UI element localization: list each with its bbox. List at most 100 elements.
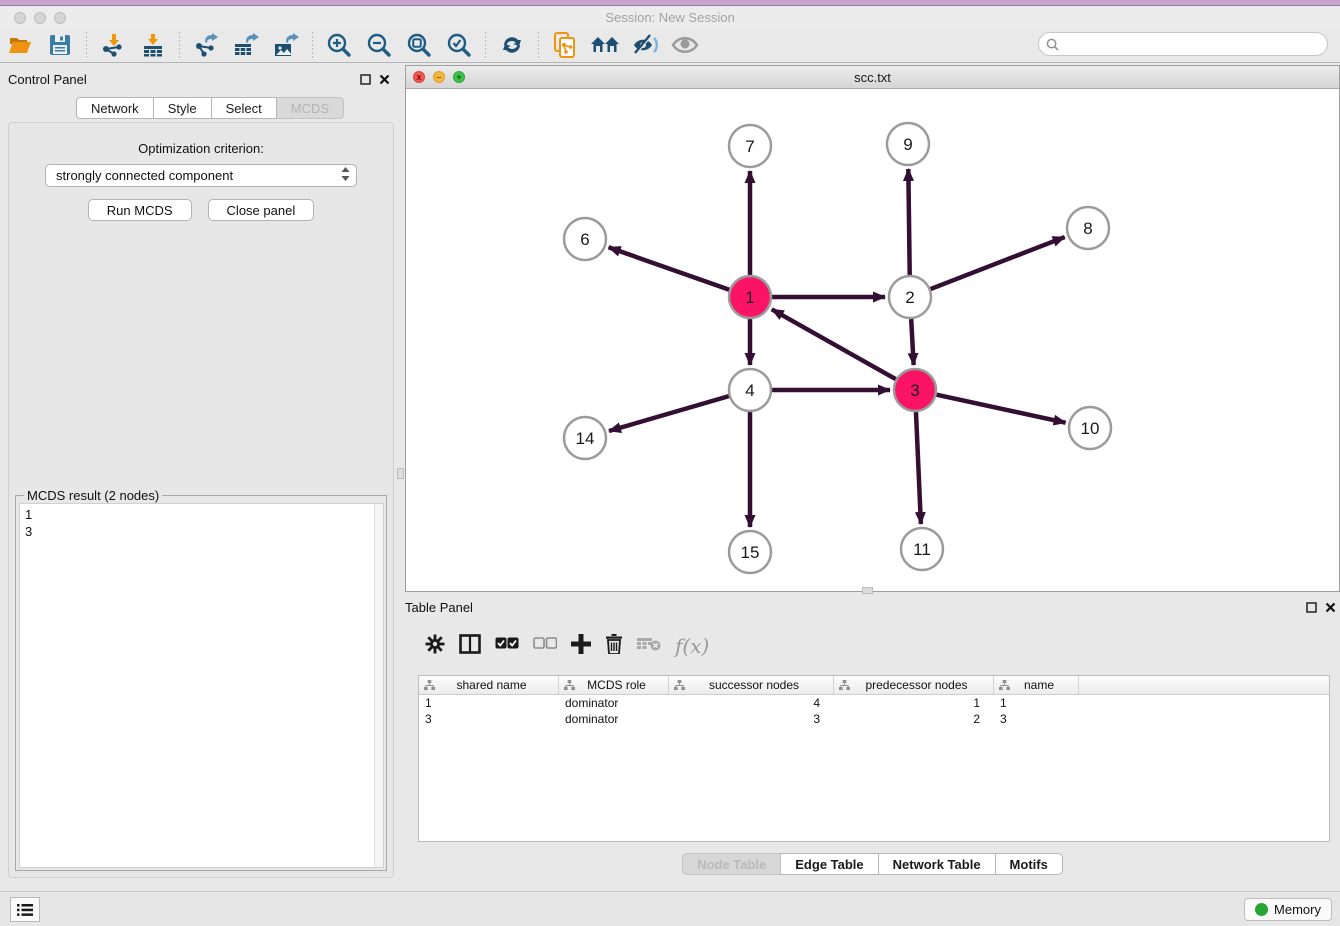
result-scrollbar[interactable] xyxy=(374,504,383,867)
network-graph[interactable]: 7968124314101511 xyxy=(406,89,1339,591)
flat-table-icon xyxy=(424,680,435,691)
task-history-button[interactable] xyxy=(10,897,40,922)
save-session-icon[interactable] xyxy=(45,31,75,59)
float-panel-icon[interactable] xyxy=(360,74,371,85)
cell-shared-name[interactable]: 3 xyxy=(419,711,559,727)
cell-predecessor-nodes[interactable]: 2 xyxy=(834,711,994,727)
zoom-selected-icon[interactable] xyxy=(444,31,474,59)
table-panel-title: Table Panel xyxy=(405,600,473,615)
node-label-11: 11 xyxy=(913,540,931,559)
toolbar-separator xyxy=(179,32,180,58)
cell-successor-nodes[interactable]: 3 xyxy=(669,711,834,727)
hide-graphics-details-icon[interactable] xyxy=(630,31,660,59)
table-toolbar: f(x) xyxy=(417,625,1328,667)
memory-button[interactable]: Memory xyxy=(1244,898,1332,921)
network-document-icon[interactable] xyxy=(550,31,580,59)
search-input[interactable] xyxy=(1063,35,1327,53)
tab-select[interactable]: Select xyxy=(212,97,277,119)
close-panel-icon[interactable] xyxy=(379,74,390,85)
gear-icon[interactable] xyxy=(425,634,445,659)
control-panel-header: Control Panel xyxy=(8,66,394,92)
status-bar: Memory xyxy=(0,891,1340,926)
cell-name[interactable]: 1 xyxy=(994,695,1079,711)
toolbar-separator xyxy=(485,32,486,58)
cell-mcds-role[interactable]: dominator xyxy=(559,695,669,711)
close-panel-icon[interactable] xyxy=(1325,602,1336,613)
column-header-predecessor-nodes[interactable]: predecessor nodes xyxy=(834,676,994,694)
node-label-15: 15 xyxy=(741,543,760,562)
open-file-icon[interactable] xyxy=(5,31,35,59)
add-column-icon[interactable] xyxy=(571,634,591,659)
list-icon xyxy=(17,903,33,917)
zoom-fit-icon[interactable] xyxy=(404,31,434,59)
cell-predecessor-nodes[interactable]: 1 xyxy=(834,695,994,711)
apply-layout-icon[interactable] xyxy=(497,31,527,59)
column-header-mcds-role[interactable]: MCDS role xyxy=(559,676,669,694)
edge-3-11[interactable] xyxy=(916,412,921,524)
edge-1-6[interactable] xyxy=(609,247,730,289)
tab-mcds[interactable]: MCDS xyxy=(277,97,344,119)
export-network-icon[interactable] xyxy=(191,31,221,59)
tab-motifs[interactable]: Motifs xyxy=(996,853,1063,875)
export-table-icon[interactable] xyxy=(231,31,261,59)
deselect-checkboxes-icon[interactable] xyxy=(533,637,557,655)
import-table-icon[interactable] xyxy=(138,31,168,59)
column-header-label: predecessor nodes xyxy=(850,678,993,692)
mcds-result-title: MCDS result (2 nodes) xyxy=(24,488,162,503)
cell-successor-nodes[interactable]: 4 xyxy=(669,695,834,711)
vertical-splitter-grip[interactable] xyxy=(397,468,404,479)
tab-node-table[interactable]: Node Table xyxy=(682,853,781,875)
column-header-shared-name[interactable]: shared name xyxy=(419,676,559,694)
horizontal-splitter-grip[interactable] xyxy=(862,587,873,594)
cell-name[interactable]: 3 xyxy=(994,711,1079,727)
edge-2-9[interactable] xyxy=(908,169,909,275)
split-pane-icon[interactable] xyxy=(459,634,481,659)
import-network-icon[interactable] xyxy=(98,31,128,59)
home-icon[interactable] xyxy=(590,31,620,59)
float-panel-icon[interactable] xyxy=(1306,602,1317,613)
app-title: Session: New Session xyxy=(0,10,1340,25)
mcds-result-groupbox: MCDS result (2 nodes) 1 3 xyxy=(15,495,387,871)
search-icon xyxy=(1046,38,1059,51)
tab-network[interactable]: Network xyxy=(76,97,154,119)
edge-3-1[interactable] xyxy=(772,309,896,379)
node-label-7: 7 xyxy=(745,137,754,156)
mcds-result-textarea[interactable]: 1 3 xyxy=(19,503,384,868)
column-header-successor-nodes[interactable]: successor nodes xyxy=(669,676,834,694)
node-table[interactable]: shared nameMCDS role successor nodes prede… xyxy=(418,675,1330,842)
memory-button-label: Memory xyxy=(1274,902,1321,917)
node-label-10: 10 xyxy=(1081,419,1100,438)
cell-shared-name[interactable]: 1 xyxy=(419,695,559,711)
select-all-checkboxes-icon[interactable] xyxy=(495,637,519,655)
column-header-name[interactable]: name xyxy=(994,676,1079,694)
tab-style[interactable]: Style xyxy=(154,97,212,119)
zoom-out-icon[interactable] xyxy=(364,31,394,59)
function-builder-icon: f(x) xyxy=(675,634,709,658)
zoom-in-icon[interactable] xyxy=(324,31,354,59)
edge-2-3[interactable] xyxy=(911,319,913,365)
column-header-label: successor nodes xyxy=(685,678,833,692)
run-mcds-button[interactable]: Run MCDS xyxy=(88,199,192,221)
node-label-2: 2 xyxy=(905,288,914,307)
flat-table-icon xyxy=(674,680,685,691)
show-graphics-details-icon[interactable] xyxy=(670,31,700,59)
flat-table-icon xyxy=(999,680,1010,691)
table-body: 1dominator4113dominator323 xyxy=(419,695,1329,727)
tab-network-table[interactable]: Network Table xyxy=(879,853,996,875)
delete-column-icon[interactable] xyxy=(605,634,623,659)
export-image-icon[interactable] xyxy=(271,31,301,59)
node-label-1: 1 xyxy=(745,288,754,307)
edge-2-8[interactable] xyxy=(931,237,1065,289)
optimization-criterion-select[interactable]: strongly connected component xyxy=(45,164,357,187)
table-row-1[interactable]: 1dominator411 xyxy=(419,695,1329,711)
close-panel-button[interactable]: Close panel xyxy=(208,199,315,221)
network-window-titlebar[interactable]: x – + scc.txt xyxy=(406,66,1339,89)
cell-mcds-role[interactable]: dominator xyxy=(559,711,669,727)
edge-4-14[interactable] xyxy=(609,396,729,431)
tab-edge-table[interactable]: Edge Table xyxy=(781,853,878,875)
network-canvas[interactable]: 7968124314101511 xyxy=(406,89,1339,591)
edge-3-10[interactable] xyxy=(936,395,1065,423)
table-row-2[interactable]: 3dominator323 xyxy=(419,711,1329,727)
search-box[interactable] xyxy=(1038,32,1328,56)
mcds-panel: Optimization criterion: strongly connect… xyxy=(8,122,394,878)
